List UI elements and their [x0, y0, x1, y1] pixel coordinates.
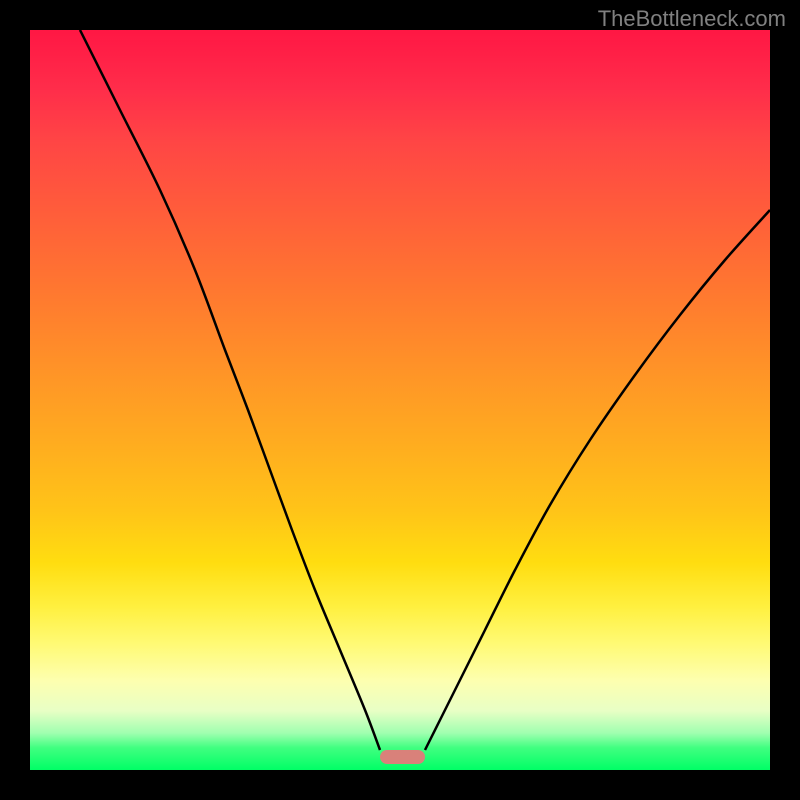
chart-container — [30, 30, 770, 770]
curves-svg — [30, 30, 770, 770]
bottleneck-marker — [380, 750, 425, 764]
left-curve — [80, 30, 380, 750]
watermark-text: TheBottleneck.com — [598, 6, 786, 32]
right-curve — [425, 210, 770, 750]
